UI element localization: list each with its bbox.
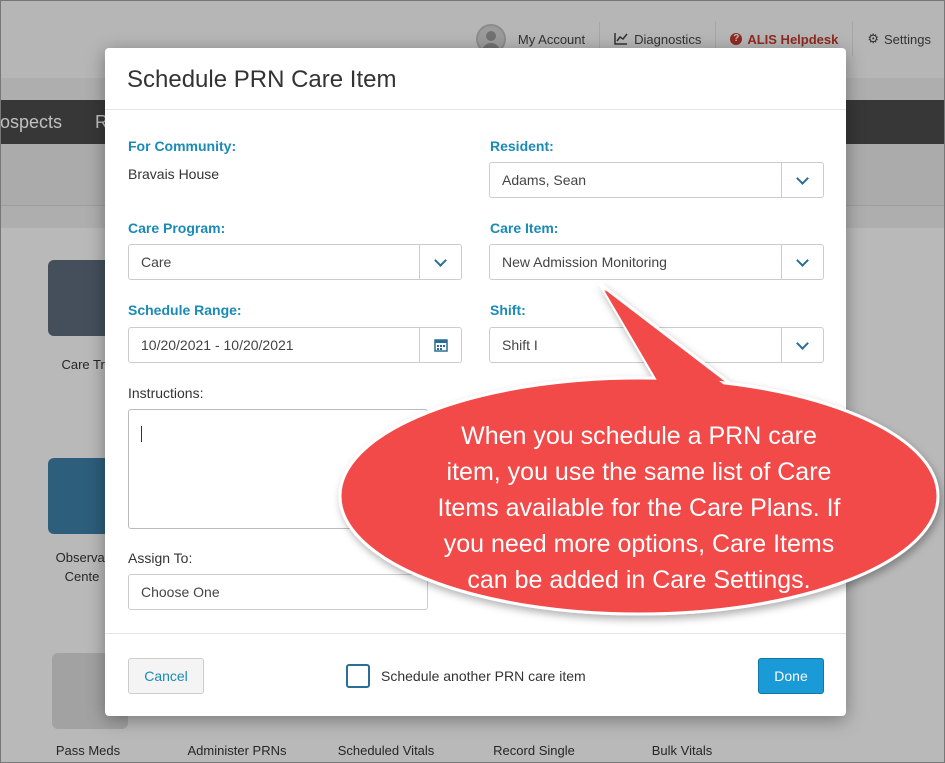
text-caret xyxy=(141,426,142,442)
instructions-textarea[interactable] xyxy=(128,409,428,529)
care-item-label: Care Item: xyxy=(490,220,559,236)
callout-line: When you schedule a PRN care xyxy=(461,422,817,450)
callout-line: can be added in Care Settings. xyxy=(467,566,811,594)
assign-to-select[interactable]: Choose One xyxy=(128,574,428,610)
community-value: Bravais House xyxy=(128,166,220,182)
assign-to-label: Assign To: xyxy=(128,550,193,566)
modal-title: Schedule PRN Care Item xyxy=(127,66,397,93)
schedule-another-checkbox[interactable] xyxy=(346,664,370,688)
shift-select[interactable]: Shift I xyxy=(489,327,824,363)
modal-header: Schedule PRN Care Item xyxy=(105,48,846,110)
chevron-down-icon xyxy=(796,171,809,185)
resident-dropdown-toggle[interactable] xyxy=(781,163,823,197)
chevron-down-icon xyxy=(796,336,809,350)
schedule-prn-modal: Schedule PRN Care Item For Community: Br… xyxy=(105,48,846,716)
care-program-label: Care Program: xyxy=(128,220,226,236)
modal-footer: Cancel Schedule another PRN care item Do… xyxy=(105,633,846,716)
calendar-button[interactable] xyxy=(419,328,461,362)
care-program-select[interactable]: Care xyxy=(128,244,462,280)
schedule-range-label: Schedule Range: xyxy=(128,302,242,318)
schedule-range-input[interactable]: 10/20/2021 - 10/20/2021 xyxy=(128,327,462,363)
callout-text: When you schedule a PRN care item, you u… xyxy=(388,418,890,598)
chevron-down-icon xyxy=(434,253,447,267)
care-program-dropdown-toggle[interactable] xyxy=(419,245,461,279)
callout-line: item, you use the same list of Care xyxy=(446,458,832,486)
callout-line: you need more options, Care Items xyxy=(443,530,835,558)
care-item-select[interactable]: New Admission Monitoring xyxy=(489,244,824,280)
shift-dropdown-toggle[interactable] xyxy=(781,328,823,362)
community-label: For Community: xyxy=(128,138,237,154)
care-item-dropdown-toggle[interactable] xyxy=(781,245,823,279)
shift-label: Shift: xyxy=(490,302,526,318)
callout-line: Items available for the Care Plans. If xyxy=(437,494,841,522)
schedule-range-value: 10/20/2021 - 10/20/2021 xyxy=(141,337,294,353)
resident-label: Resident: xyxy=(490,138,554,154)
care-item-value: New Admission Monitoring xyxy=(502,254,667,270)
resident-value: Adams, Sean xyxy=(502,172,587,188)
cancel-button[interactable]: Cancel xyxy=(128,658,204,694)
calendar-icon xyxy=(433,339,448,352)
shift-value: Shift I xyxy=(502,337,538,353)
resident-select[interactable]: Adams, Sean xyxy=(489,162,824,198)
chevron-down-icon xyxy=(796,253,809,267)
assign-to-value: Choose One xyxy=(141,584,220,600)
done-button[interactable]: Done xyxy=(758,658,824,694)
schedule-another-label: Schedule another PRN care item xyxy=(381,668,586,684)
care-program-value: Care xyxy=(141,254,172,270)
instructions-label: Instructions: xyxy=(128,385,204,401)
